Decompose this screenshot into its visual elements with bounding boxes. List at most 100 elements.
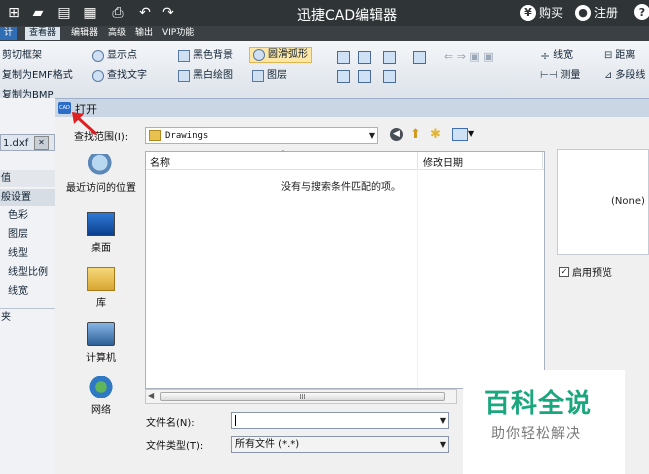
column-divider[interactable] xyxy=(542,152,543,169)
find-text-button[interactable]: 查找文字 xyxy=(92,68,147,84)
save-as-icon[interactable]: ▦ xyxy=(80,3,100,23)
column-line xyxy=(417,169,418,388)
buy-label: 购买 xyxy=(539,6,564,20)
distance-button[interactable]: ⊟ 距离 xyxy=(604,48,635,64)
up-folder-icon[interactable]: ⬆ xyxy=(410,127,421,142)
zoom-search-icon[interactable] xyxy=(358,51,371,64)
line-width-button[interactable]: ÷ 线宽 xyxy=(540,48,573,64)
tab-viewer[interactable]: 查看器 xyxy=(25,27,61,40)
folder-icon xyxy=(149,129,161,141)
column-name[interactable]: 名称 xyxy=(150,154,170,169)
filename-label: 文件名(N): xyxy=(146,418,195,429)
column-modified[interactable]: 修改日期 xyxy=(423,154,463,169)
print-icon[interactable]: ⎙ xyxy=(108,3,128,23)
fit-icon[interactable] xyxy=(337,70,350,83)
extents-icon[interactable] xyxy=(358,70,371,83)
filename-input[interactable]: ▼ xyxy=(231,412,449,429)
app-title: 迅捷CAD编辑器 xyxy=(297,8,398,24)
prop-layer[interactable]: 图层 xyxy=(0,226,55,243)
zoom-in-icon[interactable] xyxy=(383,51,396,64)
places-bar: 最近访问的位置 桌面 库 计算机 网络 xyxy=(60,150,140,470)
polyline-button[interactable]: ⊿ 多段线 xyxy=(604,68,645,84)
black-bg-icon xyxy=(178,50,190,62)
annotation-arrow-icon xyxy=(72,112,98,136)
filetype-select[interactable]: 所有文件 (*.*) ▼ xyxy=(231,436,449,453)
recent-places-icon xyxy=(88,154,114,176)
look-in-select[interactable]: Drawings ▼ xyxy=(145,127,378,144)
close-tab-icon[interactable]: ✕ xyxy=(34,136,49,150)
back-icon[interactable]: ◀ xyxy=(390,128,403,141)
file-list[interactable]: 名称 ⌃ 修改日期 没有与搜索条件匹配的项。 xyxy=(145,149,545,389)
new-icon[interactable]: ⊞ xyxy=(4,3,24,23)
view-dropdown-icon[interactable]: ▼ xyxy=(468,129,474,138)
watermark-title: 百科全说 xyxy=(484,389,593,419)
line-width-icon: ÷ xyxy=(540,49,551,63)
bw-drawing-icon xyxy=(178,70,190,82)
open-folder-icon[interactable]: ▰ xyxy=(28,3,48,23)
place-desktop[interactable]: 桌面 xyxy=(60,212,142,254)
chevron-down-icon: ▼ xyxy=(439,440,446,449)
network-icon xyxy=(89,376,113,398)
file-list-header: 名称 ⌃ 修改日期 xyxy=(146,149,544,170)
show-points-button[interactable]: 显示点 xyxy=(92,48,137,64)
layers-icon xyxy=(252,70,264,82)
property-header: 值 xyxy=(0,170,55,187)
distance-icon: ⊟ xyxy=(604,50,613,61)
watermark-overlay: 百科全说 助你轻松解决 xyxy=(463,370,625,474)
scroll-left-icon[interactable]: ◀ xyxy=(148,391,154,400)
tab-editor[interactable]: 编辑器 xyxy=(67,27,102,40)
smooth-arc-icon xyxy=(253,49,265,61)
scroll-thumb[interactable]: III xyxy=(160,392,445,401)
column-divider[interactable] xyxy=(417,152,418,169)
black-white-drawing-button[interactable]: 黑白绘图 xyxy=(178,68,233,84)
preview-pane: (None) xyxy=(557,149,649,255)
prop-lineweight[interactable]: 线宽 xyxy=(0,283,55,300)
file-tab[interactable]: 1.dxf ✕ xyxy=(0,134,55,151)
yen-icon: ¥ xyxy=(520,4,536,21)
horizontal-scrollbar[interactable]: ◀ III xyxy=(145,389,457,404)
place-network[interactable]: 网络 xyxy=(60,376,142,416)
buy-button[interactable]: ¥ 购买 xyxy=(520,4,563,21)
undo-icon[interactable]: ↶ xyxy=(135,3,155,23)
save-icon[interactable]: ▤ xyxy=(54,3,74,23)
crosshair-icon xyxy=(92,50,104,62)
prop-color[interactable]: 色彩 xyxy=(0,207,55,224)
place-library[interactable]: 库 xyxy=(60,267,142,309)
tab-advanced[interactable]: 高级 xyxy=(104,27,130,40)
measure-icon: ⊢⊣ xyxy=(540,70,558,81)
new-folder-icon[interactable]: ✱ xyxy=(430,127,441,142)
filetype-label: 文件类型(T): xyxy=(146,441,204,452)
zoom-window-icon[interactable] xyxy=(337,51,350,64)
clip-frame-button[interactable]: 剪切框架 xyxy=(2,48,42,64)
tab-output[interactable]: 输出 xyxy=(131,27,157,40)
tab-vip[interactable]: VIP功能 xyxy=(158,27,198,40)
folder-group: 夹 xyxy=(0,308,55,325)
register-button[interactable]: ● 注册 xyxy=(575,4,618,21)
properties-panel: 1.dxf ✕ 值 般设置 色彩 图层 线型 线型比例 线宽 夹 xyxy=(0,98,55,474)
help-button[interactable]: ? xyxy=(634,4,649,20)
general-settings-group[interactable]: 般设置 xyxy=(0,189,55,206)
prop-linetype[interactable]: 线型 xyxy=(0,245,55,262)
ribbon-panel: 剪切框架 复制为EMF格式 复制为BMP 显示点 查找文字 黑色背景 黑白绘图 … xyxy=(0,41,649,101)
place-computer[interactable]: 计算机 xyxy=(60,322,142,364)
tab-file[interactable]: 计 xyxy=(0,27,18,40)
ribbon-tab-bar: 计 查看器 编辑器 高级 输出 VIP功能 xyxy=(0,26,649,41)
pan-hand-icon[interactable] xyxy=(413,51,426,64)
nav-arrows-icon[interactable]: ⇐ ⇒ ▣ ▣ xyxy=(444,50,494,63)
sort-ascending-icon: ⌃ xyxy=(280,149,286,157)
zoom-out-icon[interactable] xyxy=(383,70,396,83)
prop-linetype-scale[interactable]: 线型比例 xyxy=(0,264,55,281)
layers-button[interactable]: 图层 xyxy=(252,68,287,84)
smooth-arc-button[interactable]: 圆滑弧形 xyxy=(249,47,312,63)
enable-preview-checkbox[interactable]: ✓ 启用预览 xyxy=(559,264,612,279)
black-background-button[interactable]: 黑色背景 xyxy=(178,48,233,64)
measure-button[interactable]: ⊢⊣ 测量 xyxy=(540,68,580,84)
chevron-down-icon[interactable]: ▼ xyxy=(440,413,446,428)
copy-emf-button[interactable]: 复制为EMF格式 xyxy=(2,68,73,84)
chevron-down-icon: ▼ xyxy=(368,131,375,140)
view-menu-icon[interactable] xyxy=(452,128,468,141)
redo-icon[interactable]: ↷ xyxy=(158,3,178,23)
text-cursor xyxy=(235,414,236,426)
checkbox-checked-icon[interactable]: ✓ xyxy=(559,266,569,277)
place-recent[interactable]: 最近访问的位置 xyxy=(60,154,142,194)
